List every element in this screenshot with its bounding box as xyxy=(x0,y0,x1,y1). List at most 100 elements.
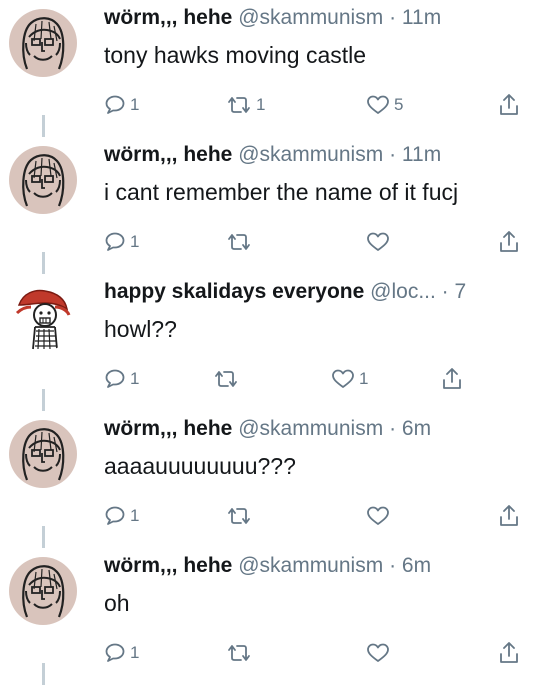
tweet[interactable]: wörm,,, hehe @skammunism · 6m aaaauuuuuu… xyxy=(0,411,540,548)
retweet-button[interactable] xyxy=(212,366,243,392)
worm-face-avatar xyxy=(9,557,77,625)
retweet-icon xyxy=(228,508,250,524)
share-button[interactable] xyxy=(440,366,464,392)
heart-icon xyxy=(367,643,389,662)
retweet-icon xyxy=(228,97,250,113)
worm-face-avatar xyxy=(9,420,77,488)
reply-button[interactable]: 1 xyxy=(103,503,139,529)
thread-connector xyxy=(42,389,45,411)
share-button[interactable] xyxy=(497,503,521,529)
user-handle[interactable]: @skammunism xyxy=(238,554,383,577)
reply-button[interactable]: 1 xyxy=(103,229,139,255)
separator-dot: · xyxy=(389,554,397,577)
thread-connector xyxy=(42,663,45,685)
display-name[interactable]: wörm,,, hehe xyxy=(104,417,232,440)
avatar[interactable] xyxy=(9,9,77,77)
like-count: 1 xyxy=(359,369,369,388)
share-button[interactable] xyxy=(497,92,521,118)
red-hair-drawing-avatar xyxy=(9,283,77,351)
reply-icon xyxy=(105,95,125,114)
like-button[interactable] xyxy=(365,229,394,255)
tweet-header: wörm,,, hehe @skammunism · 11m xyxy=(104,142,540,168)
avatar[interactable] xyxy=(9,557,77,625)
thread-connector xyxy=(42,115,45,137)
tweet-header: wörm,,, hehe @skammunism · 11m xyxy=(104,5,540,31)
retweet-button[interactable]: 1 xyxy=(225,92,265,118)
avatar[interactable] xyxy=(9,146,77,214)
timestamp[interactable]: 11m xyxy=(402,143,441,166)
reply-icon xyxy=(105,369,125,388)
retweet-icon xyxy=(228,234,250,250)
display-name[interactable]: wörm,,, hehe xyxy=(104,143,232,166)
retweet-icon xyxy=(228,645,250,661)
share-button[interactable] xyxy=(497,640,521,666)
tweet-text: i cant remember the name of it fucj xyxy=(104,179,459,205)
reply-count: 1 xyxy=(130,643,140,662)
reply-count: 1 xyxy=(130,506,140,525)
like-button[interactable]: 5 xyxy=(365,92,403,118)
tweet-header: happy skalidays everyone @loc... · 7 xyxy=(104,279,540,305)
avatar[interactable] xyxy=(9,420,77,488)
user-handle[interactable]: @skammunism xyxy=(238,417,383,440)
tweet[interactable]: wörm,,, hehe @skammunism · 6m oh 1 xyxy=(0,548,540,685)
tweet[interactable]: wörm,,, hehe @skammunism · 11m tony hawk… xyxy=(0,0,540,137)
tweet-thread: wörm,,, hehe @skammunism · 11m tony hawk… xyxy=(0,0,540,685)
reply-icon xyxy=(105,643,125,662)
like-button[interactable] xyxy=(365,640,394,666)
user-handle[interactable]: @loc... xyxy=(370,280,436,303)
thread-connector xyxy=(42,252,45,274)
share-icon xyxy=(500,94,518,115)
share-icon xyxy=(500,231,518,252)
user-handle[interactable]: @skammunism xyxy=(238,6,383,29)
tweet-text: oh xyxy=(104,590,130,616)
timestamp[interactable]: 7 xyxy=(455,280,467,303)
avatar[interactable] xyxy=(9,283,77,351)
reply-count: 1 xyxy=(130,232,140,251)
like-button[interactable]: 1 xyxy=(330,366,368,392)
timestamp[interactable]: 6m xyxy=(402,417,431,440)
tweet-header: wörm,,, hehe @skammunism · 6m xyxy=(104,416,540,442)
heart-icon xyxy=(367,95,389,114)
timestamp[interactable]: 11m xyxy=(402,6,441,29)
like-count: 5 xyxy=(394,95,404,114)
tweet-actions: 1 1 xyxy=(0,366,540,392)
tweet-actions: 1 xyxy=(0,503,540,529)
thread-connector xyxy=(42,526,45,548)
share-icon xyxy=(443,368,461,389)
reply-button[interactable]: 1 xyxy=(103,92,139,118)
separator-dot: · xyxy=(389,143,397,166)
heart-icon xyxy=(367,232,389,251)
retweet-button[interactable] xyxy=(225,503,256,529)
display-name[interactable]: wörm,,, hehe xyxy=(104,554,232,577)
tweet-text: tony hawks moving castle xyxy=(104,42,367,68)
retweet-icon xyxy=(215,371,237,387)
reply-button[interactable]: 1 xyxy=(103,640,139,666)
separator-dot: · xyxy=(389,6,397,29)
separator-dot: · xyxy=(389,417,397,440)
share-icon xyxy=(500,642,518,663)
reply-count: 1 xyxy=(130,369,140,388)
tweet-text: aaaauuuuuuuu??? xyxy=(104,453,296,479)
display-name[interactable]: wörm,,, hehe xyxy=(104,6,232,29)
tweet[interactable]: happy skalidays everyone @loc... · 7 how… xyxy=(0,274,540,411)
user-handle[interactable]: @skammunism xyxy=(238,143,383,166)
display-name[interactable]: happy skalidays everyone xyxy=(104,280,364,303)
worm-face-avatar xyxy=(9,146,77,214)
tweet-text: howl?? xyxy=(104,316,177,342)
retweet-button[interactable] xyxy=(225,229,256,255)
tweet[interactable]: wörm,,, hehe @skammunism · 11m i cant re… xyxy=(0,137,540,274)
share-icon xyxy=(500,505,518,526)
timestamp[interactable]: 6m xyxy=(402,554,431,577)
tweet-header: wörm,,, hehe @skammunism · 6m xyxy=(104,553,540,579)
reply-count: 1 xyxy=(130,95,140,114)
reply-button[interactable]: 1 xyxy=(103,366,139,392)
worm-face-avatar xyxy=(9,9,77,77)
heart-icon xyxy=(332,369,354,388)
retweet-button[interactable] xyxy=(225,640,256,666)
separator-dot: · xyxy=(441,280,449,303)
reply-icon xyxy=(105,506,125,525)
share-button[interactable] xyxy=(497,229,521,255)
tweet-actions: 1 xyxy=(0,640,540,666)
heart-icon xyxy=(367,506,389,525)
like-button[interactable] xyxy=(365,503,394,529)
